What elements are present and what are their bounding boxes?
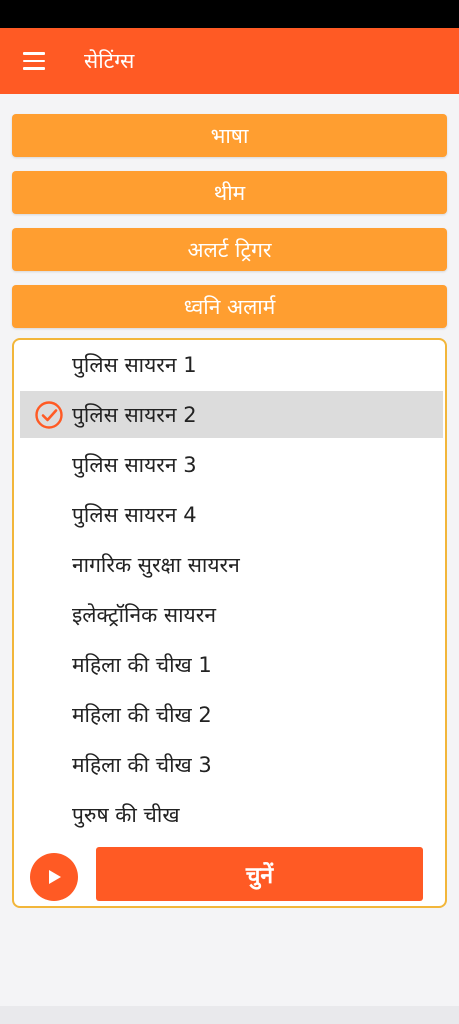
hamburger-menu-icon[interactable] xyxy=(12,39,56,83)
sound-item[interactable]: महिला की चीख 1 xyxy=(20,641,443,688)
sound-item-label: पुलिस सायरन 1 xyxy=(72,352,197,377)
play-icon xyxy=(49,870,61,884)
sound-item[interactable]: पुरुष की चीख xyxy=(20,791,443,838)
sound-item[interactable]: नागरिक सुरक्षा सायरन xyxy=(20,541,443,588)
sound-item-label: इलेक्ट्रॉनिक सायरन xyxy=(72,602,216,627)
sound-item-label: पुलिस सायरन 2 xyxy=(72,402,197,427)
sound-item[interactable]: इलेक्ट्रॉनिक सायरन xyxy=(20,591,443,638)
status-bar xyxy=(0,0,459,28)
sound-item[interactable]: पुलिस सायरन 4 xyxy=(20,491,443,538)
language-button[interactable]: भाषा xyxy=(12,114,447,157)
sound-alarm-button[interactable]: ध्वनि अलार्म xyxy=(12,285,447,328)
check-circle-icon xyxy=(35,401,63,429)
sound-item-label: महिला की चीख 3 xyxy=(72,752,212,777)
sound-item[interactable]: महिला की चीख 2 xyxy=(20,691,443,738)
navigation-bar xyxy=(0,1006,459,1024)
alert-trigger-button[interactable]: अलर्ट ट्रिगर xyxy=(12,228,447,271)
sound-item-selected[interactable]: पुलिस सायरन 2 xyxy=(20,391,443,438)
play-button[interactable] xyxy=(30,853,78,901)
page-title: सेटिंग्स xyxy=(84,49,135,73)
sound-item-label: नागरिक सुरक्षा सायरन xyxy=(72,552,240,577)
app-bar: सेटिंग्स xyxy=(0,28,459,94)
sound-item-label: महिला की चीख 1 xyxy=(72,652,212,677)
sound-item[interactable]: पुलिस सायरन 1 xyxy=(20,341,443,388)
theme-button[interactable]: थीम xyxy=(12,171,447,214)
sound-item-label: पुरुष की चीख xyxy=(72,802,180,827)
choose-button[interactable]: चुनें xyxy=(96,847,423,901)
sound-item-label: पुलिस सायरन 3 xyxy=(72,452,197,477)
sound-item[interactable]: पुलिस सायरन 3 xyxy=(20,441,443,488)
sound-item-label: पुलिस सायरन 4 xyxy=(72,502,197,527)
sound-list-panel: पुलिस सायरन 1 पुलिस सायरन 2 पुलिस सायरन … xyxy=(12,338,447,908)
sound-item[interactable]: महिला की चीख 3 xyxy=(20,741,443,788)
sound-item-label: महिला की चीख 2 xyxy=(72,702,212,727)
